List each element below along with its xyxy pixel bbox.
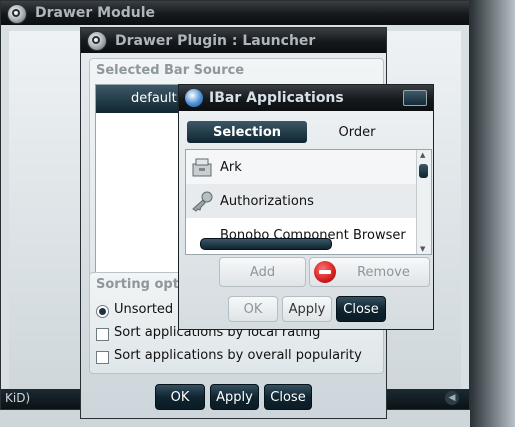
ibar-title: IBar Applications <box>209 90 344 106</box>
plugin-dialog-titlebar[interactable]: Drawer Plugin : Launcher <box>81 28 386 53</box>
app-label: Authorizations <box>220 193 314 209</box>
sort-local-rating-checkbox[interactable] <box>96 328 109 341</box>
archive-icon <box>192 158 212 177</box>
remove-label: Remove <box>357 264 410 280</box>
sort-unsorted-radio[interactable] <box>96 305 109 318</box>
ibar-window-icon[interactable] <box>185 89 203 107</box>
key-icon <box>192 191 213 212</box>
list-item[interactable]: Authorizations <box>186 184 431 218</box>
ibar-maximize-button[interactable] <box>403 90 427 106</box>
ibar-apply-button[interactable]: Apply <box>282 296 332 322</box>
ibar-ok-button[interactable]: OK <box>228 296 278 322</box>
scroll-down-icon[interactable]: ▼ <box>420 245 425 253</box>
ibar-dialog: IBar Applications Selection Order Ark Au… <box>178 84 434 330</box>
app-list[interactable]: Ark Authorizations Bonobo Component Brow… <box>185 149 432 255</box>
plugin-close-button[interactable]: Close <box>264 384 312 410</box>
scroll-left-icon[interactable]: ◀ <box>445 391 459 405</box>
tab-selection-label: Selection <box>212 124 281 140</box>
drawer-module-title: Drawer Module <box>35 5 156 21</box>
app-label: Ark <box>220 159 242 175</box>
vscroll-thumb[interactable] <box>419 164 428 178</box>
app-list-hscrollbar[interactable] <box>200 238 332 250</box>
dialog-menu-icon[interactable] <box>87 31 107 51</box>
tab-order-label: Order <box>338 124 376 140</box>
radio-selected-dot <box>99 308 106 315</box>
plugin-dialog-title: Drawer Plugin : Launcher <box>115 32 316 49</box>
add-button[interactable]: Add <box>219 257 306 287</box>
app-list-vscrollbar[interactable]: ▲ ▼ <box>416 150 431 254</box>
tab-selection[interactable]: Selection <box>187 121 307 143</box>
remove-button[interactable]: Remove <box>309 257 430 287</box>
list-item[interactable]: Ark <box>186 150 431 184</box>
ibar-titlebar[interactable]: IBar Applications <box>179 85 433 111</box>
sort-popularity-checkbox[interactable] <box>96 351 109 364</box>
scroll-up-icon[interactable]: ▲ <box>420 151 425 159</box>
sort-unsorted-label[interactable]: Unsorted <box>114 302 173 317</box>
ibar-tab-bar: Selection Order <box>187 121 427 143</box>
minus-glyph <box>319 270 331 274</box>
bar-source-item-label: default <box>131 91 177 106</box>
app-menu-icon[interactable] <box>7 4 27 24</box>
sort-popularity-label[interactable]: Sort applications by overall popularity <box>114 348 362 363</box>
background-dark-strip <box>470 0 515 427</box>
bar-source-group-title: Selected Bar Source <box>96 63 245 78</box>
drawer-module-bottom-text: KiD) <box>5 391 31 405</box>
ibar-close-button[interactable]: Close <box>336 296 386 322</box>
drawer-module-titlebar[interactable]: Drawer Module <box>1 1 469 25</box>
remove-icon <box>314 261 336 283</box>
plugin-ok-button[interactable]: OK <box>155 384 205 410</box>
plugin-apply-button[interactable]: Apply <box>210 384 259 410</box>
tab-order[interactable]: Order <box>309 121 405 143</box>
